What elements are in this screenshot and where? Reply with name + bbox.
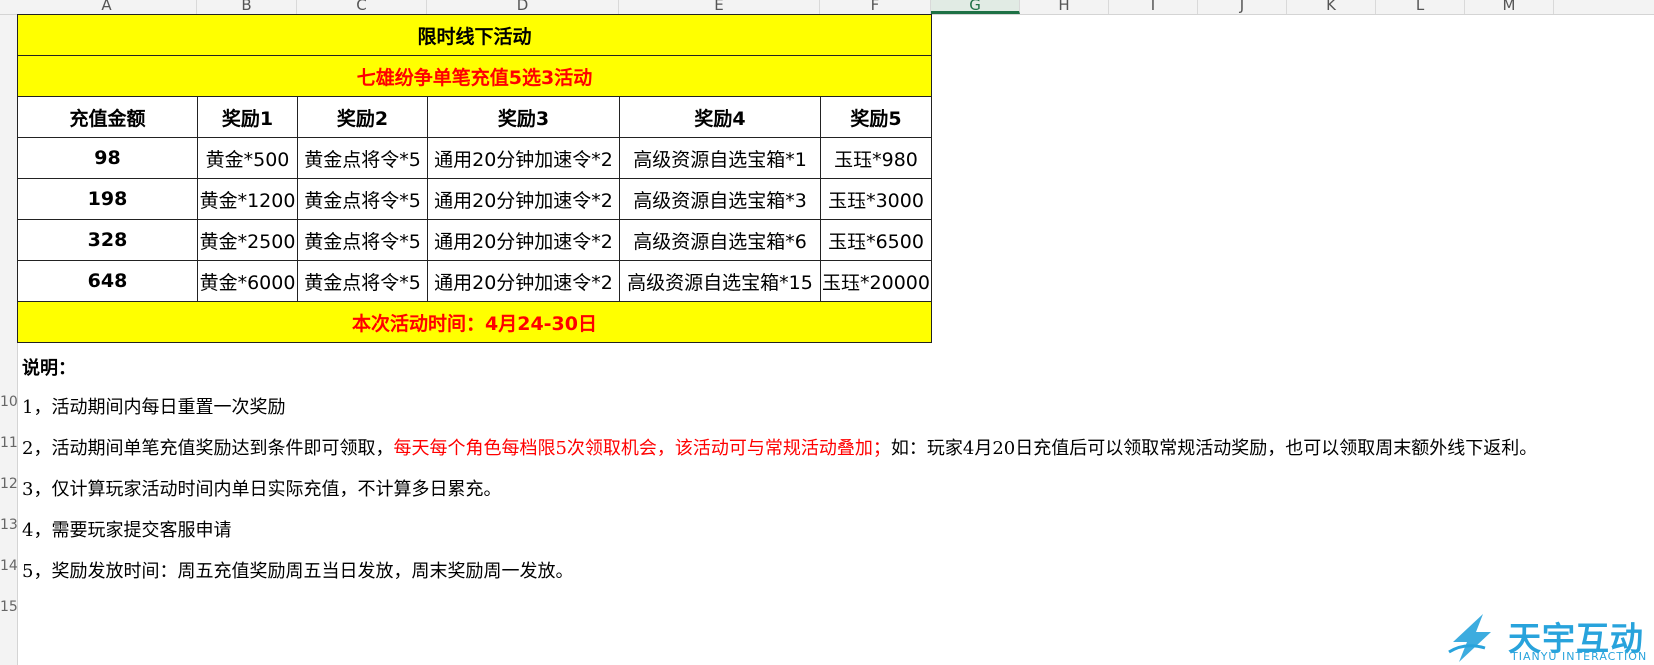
reward-cell[interactable]: 黄金点将令*5	[297, 260, 428, 302]
header-cell-reward2[interactable]: 奖励2	[297, 96, 428, 138]
reward-cell[interactable]: 高级资源自选宝箱*6	[619, 219, 821, 261]
column-header-b[interactable]: B	[197, 0, 297, 14]
column-header-m[interactable]: M	[1465, 0, 1554, 14]
note-line-2[interactable]: 2，活动期间单笔充值奖励达到条件即可领取，每天每个角色每档限5次领取机会，该活动…	[22, 434, 1537, 460]
reward-cell[interactable]: 玉珏*980	[820, 137, 932, 179]
column-header-bar: A B C D E F G H I J K L M	[0, 0, 1654, 15]
table-title[interactable]: 限时线下活动	[17, 14, 932, 56]
reward-cell[interactable]: 黄金*6000	[197, 260, 298, 302]
reward-cell[interactable]: 高级资源自选宝箱*15	[619, 260, 821, 302]
reward-cell[interactable]: 黄金点将令*5	[297, 219, 428, 261]
note-line-4[interactable]: 4，需要玩家提交客服申请	[22, 516, 231, 542]
table-footer-date[interactable]: 本次活动时间：4月24-30日	[17, 301, 932, 343]
reward-cell[interactable]: 黄金点将令*5	[297, 137, 428, 179]
note-line-3[interactable]: 3，仅计算玩家活动时间内单日实际充值，不计算多日累充。	[22, 475, 501, 501]
amount-cell[interactable]: 198	[17, 178, 198, 220]
table-row: 648 黄金*6000 黄金点将令*5 通用20分钟加速令*2 高级资源自选宝箱…	[17, 260, 932, 302]
column-header-j[interactable]: J	[1198, 0, 1287, 14]
note-line-5[interactable]: 5，奖励发放时间：周五充值奖励周五当日发放，周末奖励周一发放。	[22, 557, 573, 583]
reward-cell[interactable]: 黄金点将令*5	[297, 178, 428, 220]
amount-cell[interactable]: 98	[17, 137, 198, 179]
column-header-l[interactable]: L	[1376, 0, 1465, 14]
row-header-13[interactable]: 13	[0, 517, 17, 533]
row-header-15[interactable]: 15	[0, 599, 17, 615]
reward-table: 限时线下活动 七雄纷争单笔充值5选3活动 充值金额 奖励1 奖励2 奖励3 奖励…	[17, 14, 932, 343]
amount-cell[interactable]: 328	[17, 219, 198, 261]
column-header-k[interactable]: K	[1287, 0, 1376, 14]
reward-cell[interactable]: 黄金*2500	[197, 219, 298, 261]
reward-cell[interactable]: 玉珏*3000	[820, 178, 932, 220]
reward-cell[interactable]: 通用20分钟加速令*2	[427, 178, 620, 220]
reward-cell[interactable]: 通用20分钟加速令*2	[427, 137, 620, 179]
reward-cell[interactable]: 玉珏*6500	[820, 219, 932, 261]
row-header-bar: 10 11 12 13 14 15	[0, 15, 18, 665]
header-cell-reward4[interactable]: 奖励4	[619, 96, 821, 138]
row-header-10[interactable]: 10	[0, 394, 17, 410]
reward-cell[interactable]: 玉珏*20000	[820, 260, 932, 302]
header-cell-reward3[interactable]: 奖励3	[427, 96, 620, 138]
column-header-c[interactable]: C	[297, 0, 427, 14]
header-cell-reward1[interactable]: 奖励1	[197, 96, 298, 138]
reward-cell[interactable]: 高级资源自选宝箱*1	[619, 137, 821, 179]
column-header-i[interactable]: I	[1109, 0, 1198, 14]
column-header-g[interactable]: G	[931, 0, 1020, 14]
row-header-14[interactable]: 14	[0, 558, 17, 574]
note-line-2-highlight: 每天每个角色每档限5次领取机会，该活动可与常规活动叠加；	[393, 438, 891, 459]
table-row: 98 黄金*500 黄金点将令*5 通用20分钟加速令*2 高级资源自选宝箱*1…	[17, 137, 932, 179]
row-header-12[interactable]: 12	[0, 476, 17, 492]
tianyu-logo-icon	[1448, 614, 1491, 662]
table-row: 198 黄金*1200 黄金点将令*5 通用20分钟加速令*2 高级资源自选宝箱…	[17, 178, 932, 220]
header-cell-reward5[interactable]: 奖励5	[820, 96, 932, 138]
reward-cell[interactable]: 黄金*500	[197, 137, 298, 179]
reward-cell[interactable]: 黄金*1200	[197, 178, 298, 220]
note-line-2-part-a: 2，活动期间单笔充值奖励达到条件即可领取，	[22, 438, 394, 459]
column-header-a[interactable]: A	[17, 0, 197, 14]
column-header-h[interactable]: H	[1020, 0, 1109, 14]
reward-cell[interactable]: 高级资源自选宝箱*3	[619, 178, 821, 220]
column-header-d[interactable]: D	[427, 0, 619, 14]
reward-cell[interactable]: 通用20分钟加速令*2	[427, 219, 620, 261]
column-header-f[interactable]: F	[820, 0, 931, 14]
column-header-e[interactable]: E	[619, 0, 820, 14]
watermark-subtitle: TIANYU INTERACTION	[1511, 650, 1648, 663]
note-line-1[interactable]: 1，活动期间内每日重置一次奖励	[22, 393, 285, 419]
notes-title[interactable]: 说明：	[22, 354, 76, 380]
reward-cell[interactable]: 通用20分钟加速令*2	[427, 260, 620, 302]
table-subtitle[interactable]: 七雄纷争单笔充值5选3活动	[17, 55, 932, 97]
header-cell-amount[interactable]: 充值金额	[17, 96, 198, 138]
amount-cell[interactable]: 648	[17, 260, 198, 302]
row-header-11[interactable]: 11	[0, 435, 17, 451]
header-row: 充值金额 奖励1 奖励2 奖励3 奖励4 奖励5	[17, 96, 932, 138]
table-row: 328 黄金*2500 黄金点将令*5 通用20分钟加速令*2 高级资源自选宝箱…	[17, 219, 932, 261]
note-line-2-part-b: 如：玩家4月20日充值后可以领取常规活动奖励，也可以领取周末额外线下返利。	[890, 438, 1538, 459]
